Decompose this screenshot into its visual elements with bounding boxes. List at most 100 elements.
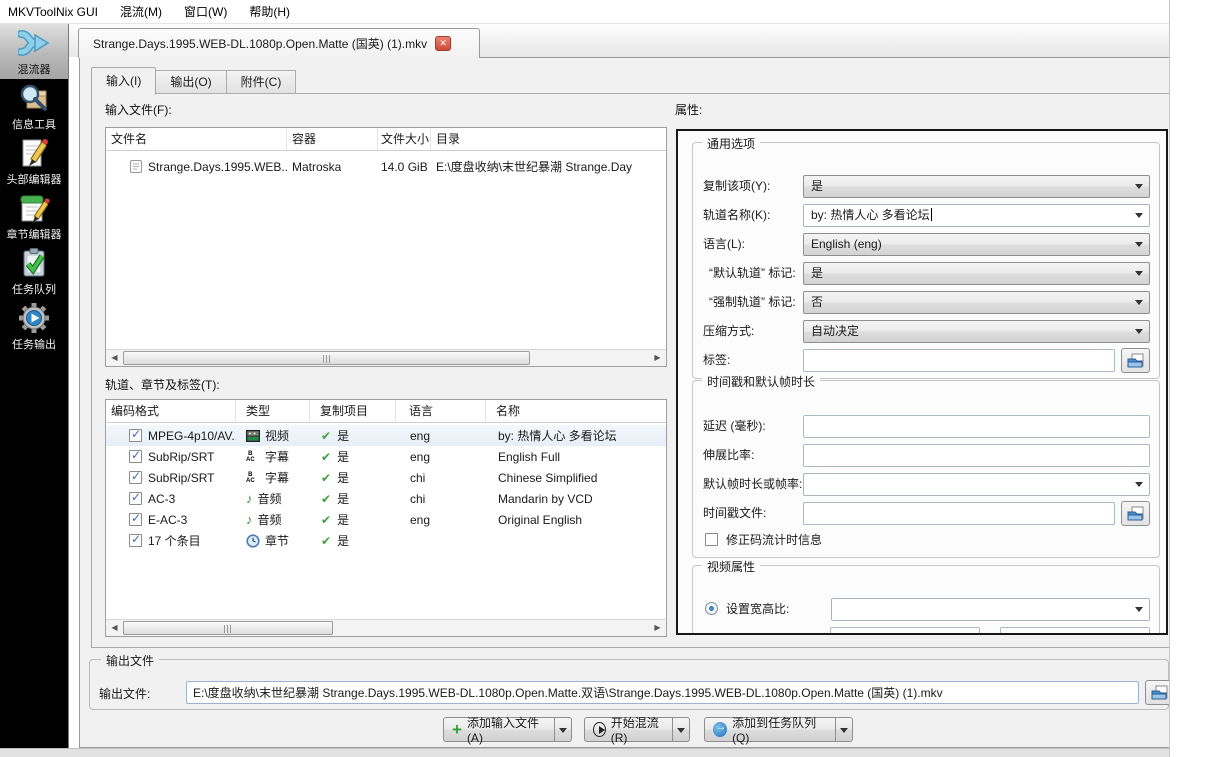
table-row[interactable]: SubRip/SRT BAC字幕 ✔是 chi Chinese Simplifi…	[106, 467, 666, 488]
table-row[interactable]: E-AC-3 ♪音频 ✔是 eng Original English	[106, 509, 666, 530]
copy-item-select[interactable]: 是	[803, 175, 1150, 198]
folder-icon	[1151, 685, 1169, 701]
tracks-hscrollbar[interactable]: ◀ ▶	[106, 619, 666, 636]
track-name-label: 轨道名称(K):	[703, 204, 770, 227]
track-checkbox[interactable]	[129, 492, 142, 505]
add-to-job-queue-button[interactable]: 添加到任务队列(Q)	[704, 717, 836, 742]
forced-track-flag-select[interactable]: 否	[803, 291, 1150, 314]
tracks-table[interactable]: 编码格式 类型 复制项目 语言 名称 MPEG-4p10/AV... 视频 ✔是…	[105, 399, 667, 637]
group-title: 时间戳和默认帧时长	[702, 373, 820, 390]
file-size: 14.0 GiB	[378, 160, 431, 174]
table-row[interactable]: MPEG-4p10/AV... 视频 ✔是 eng by: 热情人心 多看论坛	[106, 425, 666, 446]
close-icon[interactable]: ✕	[435, 36, 451, 51]
video-extra-input[interactable]	[1000, 627, 1150, 635]
sidebar-item-info-tool[interactable]: 信息工具	[0, 79, 68, 134]
table-row[interactable]: SubRip/SRT BAC字幕 ✔是 eng English Full	[106, 446, 666, 467]
scroll-right-icon[interactable]: ▶	[649, 350, 666, 366]
track-codec: MPEG-4p10/AV...	[148, 429, 236, 443]
table-row[interactable]: 17 个条目 章节 ✔是	[106, 530, 666, 551]
column-header[interactable]: 类型	[236, 400, 310, 422]
scrollbar-thumb[interactable]	[123, 621, 333, 635]
column-header[interactable]: 文件大小	[378, 128, 431, 150]
fix-timing-checkbox[interactable]	[705, 533, 718, 546]
check-icon: ✔	[321, 492, 331, 506]
sidebar-item-header-editor[interactable]: 头部编辑器	[0, 134, 68, 189]
input-files-label: 输入文件(F):	[105, 101, 172, 118]
menu-multiplexer[interactable]: 混流(M)	[109, 1, 173, 23]
add-source-files-button[interactable]: + 添加输入文件(A)	[443, 717, 555, 742]
sidebar-item-chapter-editor[interactable]: 章节编辑器	[0, 189, 68, 244]
track-checkbox[interactable]	[129, 513, 142, 526]
tab-output[interactable]: 输出(O)	[156, 70, 226, 94]
table-row[interactable]: Strange.Days.1995.WEB... Matroska 14.0 G…	[106, 156, 666, 177]
column-header[interactable]: 编码格式	[106, 400, 236, 422]
tab-input[interactable]: 输入(I)	[91, 67, 156, 95]
scrollbar-thumb[interactable]	[123, 351, 530, 365]
track-checkbox[interactable]	[129, 534, 142, 547]
default-duration-label: 默认帧时长或帧率:	[703, 473, 802, 496]
sidebar-item-label: 信息工具	[12, 116, 56, 132]
default-track-flag-select[interactable]: 是	[803, 262, 1150, 285]
sidebar-item-job-output[interactable]: 任务输出	[0, 299, 68, 354]
chevron-down-icon	[1135, 242, 1143, 247]
column-header[interactable]: 名称	[486, 400, 666, 422]
track-copy: 是	[337, 448, 349, 465]
column-header[interactable]: 目录	[431, 128, 666, 150]
stretch-input[interactable]	[803, 444, 1150, 467]
timestamp-file-input[interactable]	[803, 502, 1115, 525]
file-tab[interactable]: Strange.Days.1995.WEB-DL.1080p.Open.Matt…	[78, 28, 480, 58]
scroll-right-icon[interactable]: ▶	[649, 620, 666, 636]
output-file-label: 输出文件:	[99, 685, 150, 702]
timestamp-file-browse-button[interactable]	[1121, 501, 1150, 526]
action-buttons: + 添加输入文件(A) 开始混流(R) 添加到任务队列(Q)	[80, 717, 1169, 743]
track-name-input[interactable]: by: 热情人心 多看论坛	[803, 204, 1150, 227]
tags-input[interactable]	[803, 349, 1115, 372]
aspect-ratio-select[interactable]	[831, 598, 1150, 621]
output-file-input[interactable]	[186, 681, 1139, 704]
sidebar-item-job-queue[interactable]: 任务队列	[0, 244, 68, 299]
output-file-browse-button[interactable]	[1145, 680, 1170, 705]
file-name: Strange.Days.1995.WEB...	[148, 160, 287, 174]
merge-tab-content: 输入(I) 输出(O) 附件(C) 输入文件(F): 文件名 容器 文件大小 目…	[79, 57, 1170, 748]
check-icon: ✔	[321, 450, 331, 464]
language-select[interactable]: English (eng)	[803, 233, 1150, 256]
column-header[interactable]: 容器	[287, 128, 378, 150]
column-header[interactable]: 文件名	[106, 128, 287, 150]
track-language: eng	[396, 450, 486, 464]
video-extra-input[interactable]	[830, 627, 980, 635]
column-header[interactable]: 语言	[396, 400, 486, 422]
add-to-job-queue-dropdown[interactable]	[836, 717, 853, 742]
scroll-left-icon[interactable]: ◀	[106, 620, 123, 636]
tags-browse-button[interactable]	[1121, 348, 1150, 373]
default-track-flag-label: “默认轨道” 标记:	[709, 262, 796, 285]
compression-select[interactable]: 自动决定	[803, 320, 1150, 343]
menu-window[interactable]: 窗口(W)	[173, 1, 238, 23]
check-icon: ✔	[321, 429, 331, 443]
subtitles-icon: BAC	[246, 471, 260, 485]
add-source-files-dropdown[interactable]	[555, 717, 572, 742]
tab-attachments[interactable]: 附件(C)	[227, 70, 297, 94]
audio-icon: ♪	[246, 513, 253, 526]
start-muxing-dropdown[interactable]	[673, 717, 690, 742]
start-muxing-button[interactable]: 开始混流(R)	[584, 717, 673, 742]
track-checkbox[interactable]	[129, 471, 142, 484]
table-row[interactable]: AC-3 ♪音频 ✔是 chi Mandarin by VCD	[106, 488, 666, 509]
default-duration-select[interactable]	[803, 473, 1150, 496]
input-files-table[interactable]: 文件名 容器 文件大小 目录 Strange.Days.1995.WEB... …	[105, 127, 667, 367]
tags-label: 标签:	[703, 349, 730, 372]
chevron-down-icon	[1135, 184, 1143, 189]
column-header[interactable]: 复制项目	[310, 400, 396, 422]
track-codec: AC-3	[148, 492, 175, 506]
delay-input[interactable]	[803, 415, 1150, 438]
sidebar-item-multiplexer[interactable]: 混流器	[0, 24, 68, 79]
input-files-hscrollbar[interactable]: ◀ ▶	[106, 349, 666, 366]
sidebar-item-label: 任务队列	[12, 281, 56, 297]
menu-help[interactable]: 帮助(H)	[238, 1, 301, 23]
aspect-ratio-radio[interactable]	[705, 602, 718, 615]
track-type: 视频	[265, 427, 289, 444]
track-checkbox[interactable]	[129, 429, 142, 442]
scroll-left-icon[interactable]: ◀	[106, 350, 123, 366]
menu-app-title[interactable]: MKVToolNix GUI	[0, 1, 109, 23]
track-checkbox[interactable]	[129, 450, 142, 463]
track-language: chi	[396, 471, 486, 485]
